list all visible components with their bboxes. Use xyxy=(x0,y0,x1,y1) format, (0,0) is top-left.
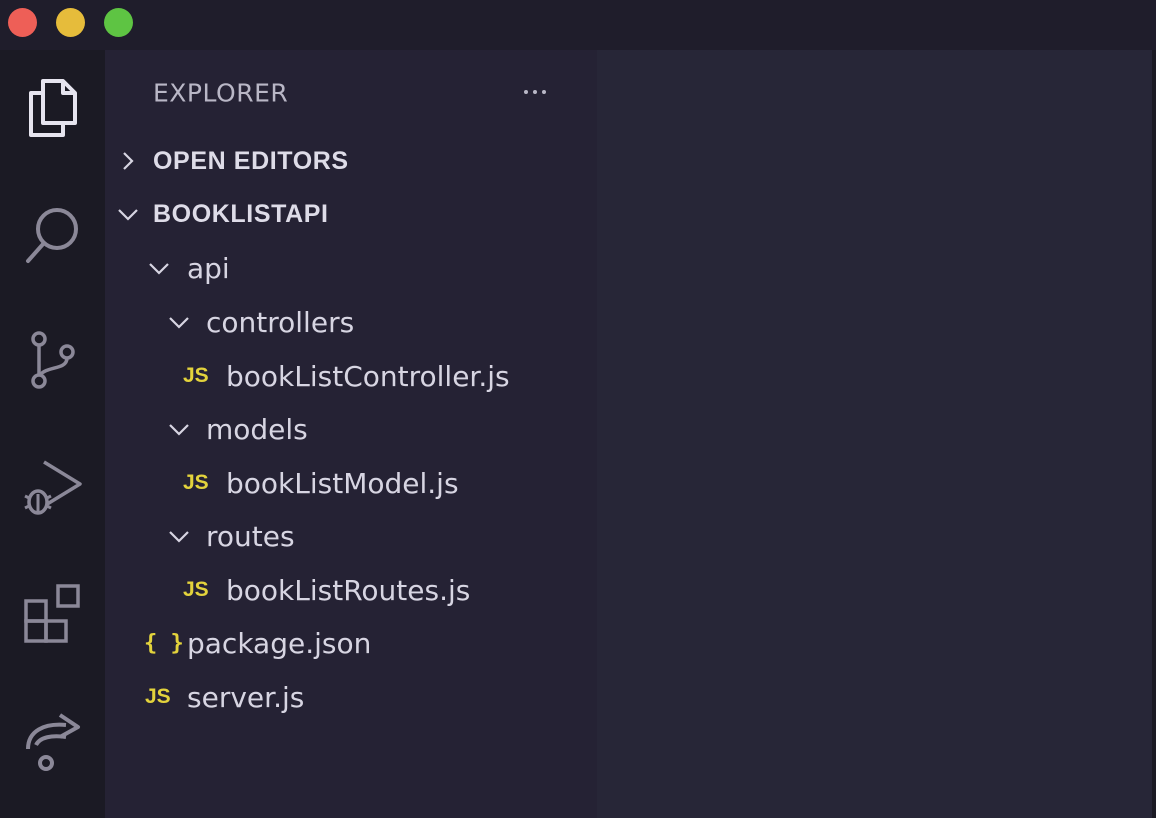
section-label: OPEN EDITORS xyxy=(153,146,349,175)
js-file-icon: JS xyxy=(183,471,209,494)
sidebar-title: EXPLORER xyxy=(153,78,289,108)
more-icon xyxy=(524,90,528,94)
window-edge xyxy=(1152,50,1156,818)
tree-item-label: models xyxy=(206,412,308,446)
run-debug-icon xyxy=(23,460,82,515)
search-button[interactable] xyxy=(0,195,105,275)
title-bar xyxy=(0,0,1156,50)
tree-folder-api[interactable]: api xyxy=(105,243,597,293)
chevron-down-icon xyxy=(117,203,139,225)
activity-bar xyxy=(0,50,105,818)
run-debug-button[interactable] xyxy=(0,447,105,527)
search-icon xyxy=(25,208,78,263)
chevron-right-icon xyxy=(117,150,139,172)
source-control-icon xyxy=(30,331,75,389)
tree-file-book-list-controller[interactable]: JS bookListController.js xyxy=(105,351,597,401)
tree-file-package-json[interactable]: { } package.json xyxy=(105,618,597,668)
chevron-down-icon xyxy=(168,418,190,440)
source-control-button[interactable] xyxy=(0,320,105,400)
js-file-icon: JS xyxy=(183,578,209,601)
extensions-button[interactable] xyxy=(0,573,105,653)
minimize-window-button[interactable] xyxy=(56,8,85,37)
explorer-button[interactable] xyxy=(0,68,105,148)
tree-file-server[interactable]: JS server.js xyxy=(105,672,597,722)
tree-item-label: controllers xyxy=(206,305,355,339)
tree-item-label: bookListRoutes.js xyxy=(226,573,471,607)
tree-folder-routes[interactable]: routes xyxy=(105,511,597,561)
remote-share-button[interactable] xyxy=(0,700,105,780)
files-icon xyxy=(28,79,77,137)
tree-file-book-list-model[interactable]: JS bookListModel.js xyxy=(105,458,597,508)
json-file-icon: { } xyxy=(144,630,184,656)
section-open-editors[interactable]: OPEN EDITORS xyxy=(105,136,597,186)
tree-file-book-list-routes[interactable]: JS bookListRoutes.js xyxy=(105,565,597,615)
explorer-sidebar: EXPLORER OPEN EDITORS BOOKLISTAPI api co… xyxy=(105,50,597,818)
tree-item-label: bookListModel.js xyxy=(226,466,459,500)
more-actions-button[interactable] xyxy=(515,77,555,107)
extensions-icon xyxy=(23,584,80,643)
tree-item-label: api xyxy=(187,251,230,285)
tree-folder-models[interactable]: models xyxy=(105,404,597,454)
tree-item-label: routes xyxy=(206,519,295,553)
close-window-button[interactable] xyxy=(8,8,37,37)
chevron-down-icon xyxy=(148,257,170,279)
section-label: BOOKLISTAPI xyxy=(153,199,329,228)
chevron-down-icon xyxy=(168,311,190,333)
chevron-down-icon xyxy=(168,525,190,547)
js-file-icon: JS xyxy=(145,685,171,708)
maximize-window-button[interactable] xyxy=(104,8,133,37)
tree-folder-controllers[interactable]: controllers xyxy=(105,297,597,347)
tree-item-label: bookListController.js xyxy=(226,359,510,393)
section-project[interactable]: BOOKLISTAPI xyxy=(105,189,597,239)
editor-area[interactable] xyxy=(597,50,1152,818)
tree-item-label: server.js xyxy=(187,680,305,714)
tree-item-label: package.json xyxy=(187,626,372,660)
remote-share-icon xyxy=(25,713,80,771)
js-file-icon: JS xyxy=(183,364,209,387)
